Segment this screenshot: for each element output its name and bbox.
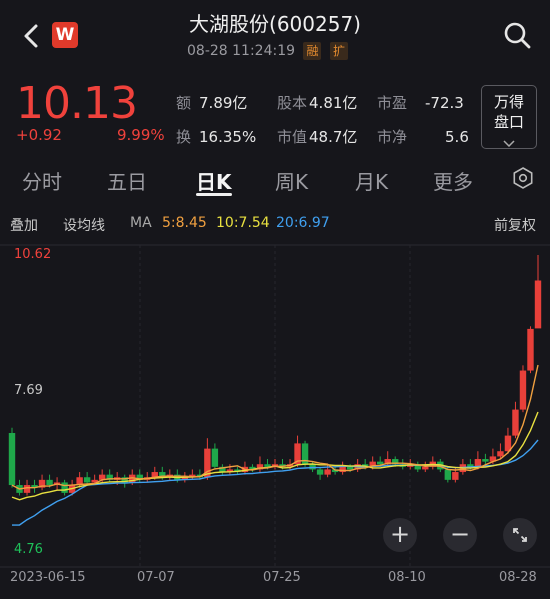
candle-body: [452, 472, 459, 480]
order-book-label-1: 万得: [493, 93, 524, 111]
stat-market-cap: 市值 48.7亿: [277, 128, 358, 146]
stat-turnover: 换 16.35%: [176, 128, 257, 146]
y-max-label: 10.62: [14, 247, 52, 262]
zoom-in-button[interactable]: +: [383, 518, 417, 552]
candle-body: [497, 451, 504, 457]
adjust-mode-button[interactable]: 前复权: [494, 215, 536, 235]
candle-body: [377, 461, 384, 465]
candle-body: [512, 409, 519, 436]
candle-body: [61, 482, 68, 493]
candle-body: [527, 328, 534, 371]
stat-pb: 市净 5.6: [377, 128, 469, 146]
x-label-3: 08-10: [388, 570, 426, 585]
candle-body: [346, 466, 354, 470]
candle-body: [46, 479, 53, 486]
candle-body: [8, 433, 16, 486]
x-label-2: 07-25: [263, 570, 301, 585]
price-change-pct: 9.99%: [117, 126, 165, 144]
x-label-1: 07-07: [137, 570, 175, 585]
ma20-line: [11, 439, 539, 526]
expand-tag: 扩: [329, 42, 348, 60]
stat-amount: 额 7.89亿: [176, 94, 248, 112]
candle-body: [324, 469, 331, 475]
tab-weekly-k[interactable]: 周K: [275, 166, 308, 195]
chart-grid: [0, 244, 550, 568]
candle-body: [339, 466, 346, 473]
candle-body: [534, 280, 542, 329]
ma10-value: 10:7.54: [216, 215, 270, 231]
indicator-row: 叠加 设均线 MA 5:8.45 10:7.54 20:6.97 前复权: [0, 212, 550, 236]
x-label-4: 08-28: [499, 570, 537, 585]
candle-body: [211, 448, 219, 467]
chevron-down-icon: [503, 140, 515, 148]
quote-time-line: 08-28 11:24:19 融 扩: [187, 42, 348, 60]
ma5-value: 5:8.45: [162, 215, 207, 231]
active-tab-indicator: [196, 193, 232, 196]
candle-body: [316, 469, 324, 475]
y-min-label: 4.76: [14, 542, 43, 557]
settings-icon[interactable]: [512, 167, 534, 189]
candle-body: [83, 477, 91, 483]
stat-share-capital: 股本 4.81亿: [277, 94, 358, 112]
set-ma-button[interactable]: 设均线: [63, 215, 105, 235]
x-label-0: 2023-06-15: [10, 570, 86, 585]
candle-body: [309, 464, 316, 470]
period-tabs: 分时 五日 日K 周K 月K 更多: [0, 160, 550, 200]
quote-datetime: 08-28 11:24:19: [187, 43, 296, 59]
overlay-button[interactable]: 叠加: [10, 215, 38, 235]
price-change: +0.92: [16, 126, 62, 144]
tab-five-day[interactable]: 五日: [107, 166, 147, 195]
candle-body: [482, 459, 489, 462]
candle-body: [422, 466, 429, 470]
fullscreen-icon[interactable]: [503, 518, 537, 552]
stock-title: 大湖股份(600257): [189, 12, 361, 36]
stat-pe: 市盈 -72.3: [377, 94, 464, 112]
y-mid-label: 7.69: [14, 383, 43, 398]
zoom-out-button[interactable]: −: [443, 518, 477, 552]
candles-group: [8, 255, 542, 496]
candle-body: [519, 370, 527, 410]
order-book-label-2: 盘口: [493, 113, 524, 131]
tab-monthly-k[interactable]: 月K: [355, 166, 388, 195]
margin-tag: 融: [303, 42, 322, 60]
ma-label: MA: [130, 215, 152, 231]
tab-daily-k[interactable]: 日K: [196, 166, 232, 195]
candle-body: [444, 469, 452, 480]
tab-intraday[interactable]: 分时: [22, 166, 62, 195]
tab-more[interactable]: 更多: [433, 166, 473, 195]
candle-body: [23, 485, 31, 493]
wind-order-book-button[interactable]: 万得 盘口: [481, 85, 537, 149]
last-price: 10.13: [16, 78, 138, 129]
ma20-value: 20:6.97: [276, 215, 330, 231]
search-icon[interactable]: [502, 20, 532, 50]
